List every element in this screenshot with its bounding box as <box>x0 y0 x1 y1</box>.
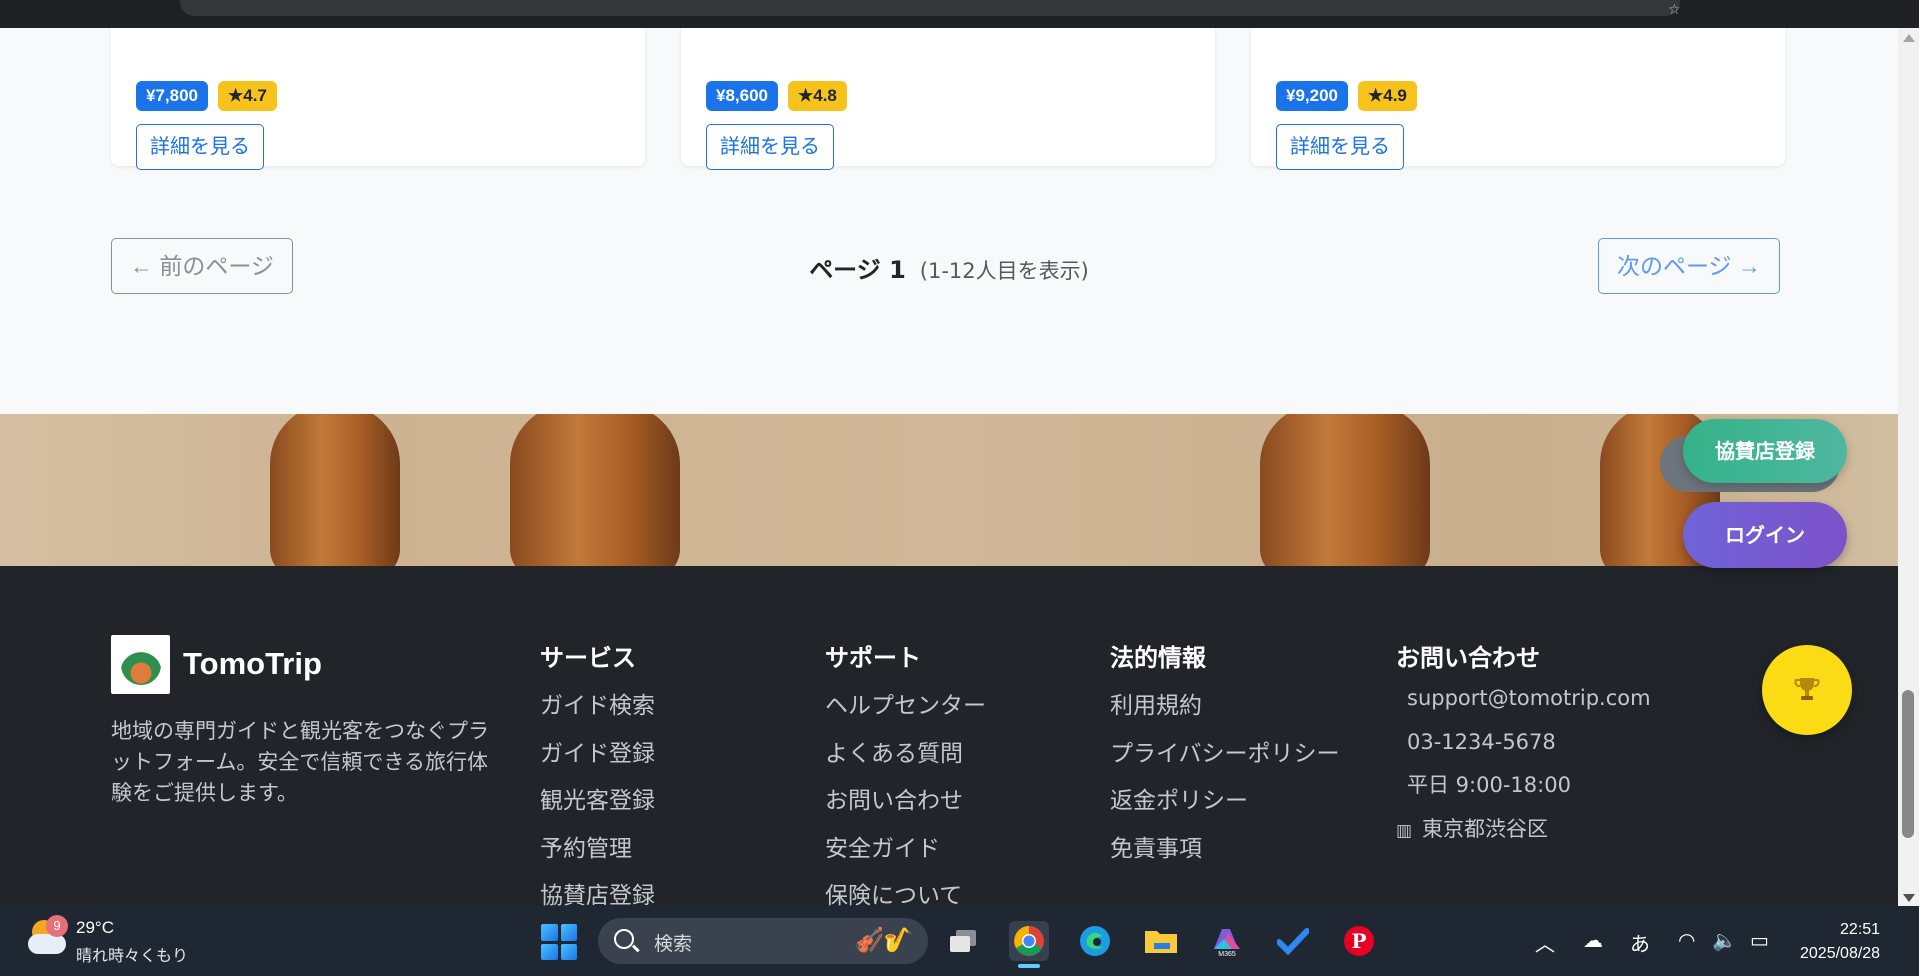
footer-link-guide-search[interactable]: ガイド検索 <box>540 691 655 739</box>
footer-heading: サービス <box>540 644 636 672</box>
windows-taskbar: 9 29°C 晴れ時々くもり 検索 🎻🎷 M365 P ︿ ☁ あ ◠ 🔈 ▭ … <box>0 906 1919 976</box>
view-details-button[interactable]: 詳細を見る <box>1276 124 1404 170</box>
price-badge: ¥7,800 <box>136 81 208 111</box>
next-page-button[interactable]: 次のページ → <box>1598 238 1780 294</box>
weather-icon[interactable]: 9 <box>28 915 68 958</box>
wifi-icon[interactable]: ◠ <box>1678 928 1695 952</box>
volume-icon[interactable]: 🔈 <box>1712 928 1737 952</box>
file-explorer-icon[interactable] <box>1141 921 1181 961</box>
footer-link-guide-register[interactable]: ガイド登録 <box>540 739 655 787</box>
brand-description: 地域の専門ガイドと観光客をつなぐプラットフォーム。安全で信頼できる旅行体験をご提… <box>111 719 489 805</box>
footer-link-contact[interactable]: お問い合わせ <box>825 786 986 834</box>
taskbar-clock[interactable]: 22:51 2025/08/28 <box>1800 918 1880 966</box>
footer-link-terms[interactable]: 利用規約 <box>1110 691 1340 739</box>
footer-link-booking[interactable]: 予約管理 <box>540 834 655 882</box>
clock-time: 22:51 <box>1840 921 1881 938</box>
page-number: ページ 1 <box>809 256 906 284</box>
search-icon <box>614 929 634 949</box>
ime-indicator[interactable]: あ <box>1630 928 1650 957</box>
price-badge: ¥8,600 <box>706 81 778 111</box>
notification-badge: 9 <box>46 915 68 937</box>
footer-heading: 法的情報 <box>1110 644 1206 672</box>
search-label: 検索 <box>654 933 693 955</box>
footer-link-faq[interactable]: よくある質問 <box>825 739 986 787</box>
guide-card: ¥8,600 ★4.8 詳細を見る <box>681 28 1215 170</box>
rating-badge: ★4.7 <box>218 81 277 111</box>
login-button[interactable]: ログイン <box>1683 502 1847 568</box>
trophy-icon <box>1794 678 1820 700</box>
contact-phone: 03-1234-5678 <box>1407 729 1556 754</box>
footer-link-refund[interactable]: 返金ポリシー <box>1110 786 1340 834</box>
contact-hours: 平日 9:00-18:00 <box>1407 773 1571 797</box>
view-details-button[interactable]: 詳細を見る <box>706 124 834 170</box>
footer-support: サポート ヘルプセンター よくある質問 お問い合わせ 安全ガイド 保険について <box>825 638 986 906</box>
price-badge: ¥9,200 <box>1276 81 1348 111</box>
task-view-icon[interactable] <box>943 921 983 961</box>
page-scrollbar[interactable] <box>1898 28 1919 906</box>
page-range: (1-12人目を表示) <box>919 259 1089 283</box>
site-footer: TomoTrip 地域の専門ガイドと観光客をつなぐプラットフォーム。安全で信頼で… <box>0 566 1898 906</box>
building-icon: ▥ <box>1396 820 1413 841</box>
brand-name: TomoTrip <box>183 646 322 681</box>
footer-link-insurance[interactable]: 保険について <box>825 881 986 906</box>
page-viewport: ¥7,800 ★4.7 詳細を見る ¥8,600 ★4.8 詳細を見る ¥9,2… <box>0 28 1898 906</box>
view-details-button[interactable]: 詳細を見る <box>136 124 264 170</box>
bookmark-star-icon[interactable]: ☆ <box>1668 2 1681 18</box>
chrome-icon[interactable] <box>1009 921 1049 961</box>
rating-badge: ★4.9 <box>1358 81 1417 111</box>
footer-heading: サポート <box>825 644 921 672</box>
footer-link-safety[interactable]: 安全ガイド <box>825 834 986 882</box>
svg-text:M365: M365 <box>1218 951 1236 957</box>
battery-icon[interactable]: ▭ <box>1750 928 1769 952</box>
windows-start-icon[interactable] <box>541 924 577 960</box>
todo-check-icon[interactable] <box>1273 921 1313 961</box>
edge-icon[interactable] <box>1075 921 1115 961</box>
pinterest-icon[interactable]: P <box>1339 921 1379 961</box>
guide-card: ¥9,200 ★4.9 詳細を見る <box>1251 28 1785 170</box>
search-highlight-icon: 🎻🎷 <box>854 926 914 954</box>
clock-date: 2025/08/28 <box>1800 945 1881 962</box>
scroll-up-icon[interactable] <box>1903 34 1915 42</box>
onedrive-cloud-icon[interactable]: ☁ <box>1583 928 1603 952</box>
footer-heading: お問い合わせ <box>1396 644 1540 672</box>
footer-link-privacy[interactable]: プライバシーポリシー <box>1110 739 1340 787</box>
weather-description[interactable]: 晴れ時々くもり <box>76 942 188 966</box>
guide-card: ¥7,800 ★4.7 詳細を見る <box>111 28 645 170</box>
footer-link-help[interactable]: ヘルプセンター <box>825 691 986 739</box>
svg-text:P: P <box>1351 929 1366 953</box>
rating-badge: ★4.8 <box>788 81 847 111</box>
footer-services: サービス ガイド検索 ガイド登録 観光客登録 予約管理 協賛店登録 <box>540 638 655 906</box>
active-app-indicator <box>1018 964 1040 968</box>
browser-toolbar: ☆ <box>0 0 1919 28</box>
footer-contact: お問い合わせ support@tomotrip.com 03-1234-5678… <box>1396 638 1651 857</box>
footer-link-disclaimer[interactable]: 免責事項 <box>1110 834 1340 882</box>
contact-address: ▥ 東京都渋谷区 <box>1396 814 1651 858</box>
sponsor-register-button[interactable]: 協賛店登録 <box>1683 419 1847 483</box>
contact-email[interactable]: support@tomotrip.com <box>1396 683 1651 727</box>
hero-background-image <box>0 414 1898 566</box>
trophy-button[interactable] <box>1762 645 1852 735</box>
m365-icon[interactable]: M365 <box>1207 921 1247 961</box>
chevron-up-icon[interactable]: ︿ <box>1535 928 1555 957</box>
footer-link-sponsor[interactable]: 協賛店登録 <box>540 881 655 906</box>
weather-temperature[interactable]: 29°C <box>76 918 114 938</box>
footer-legal: 法的情報 利用規約 プライバシーポリシー 返金ポリシー 免責事項 <box>1110 638 1340 881</box>
taskbar-search[interactable]: 検索 🎻🎷 <box>598 918 928 964</box>
footer-link-tourist-register[interactable]: 観光客登録 <box>540 786 655 834</box>
scrollbar-thumb[interactable] <box>1902 690 1914 838</box>
address-bar[interactable] <box>180 0 1680 16</box>
tomotrip-logo[interactable] <box>111 635 170 694</box>
scroll-down-icon[interactable] <box>1903 894 1915 902</box>
